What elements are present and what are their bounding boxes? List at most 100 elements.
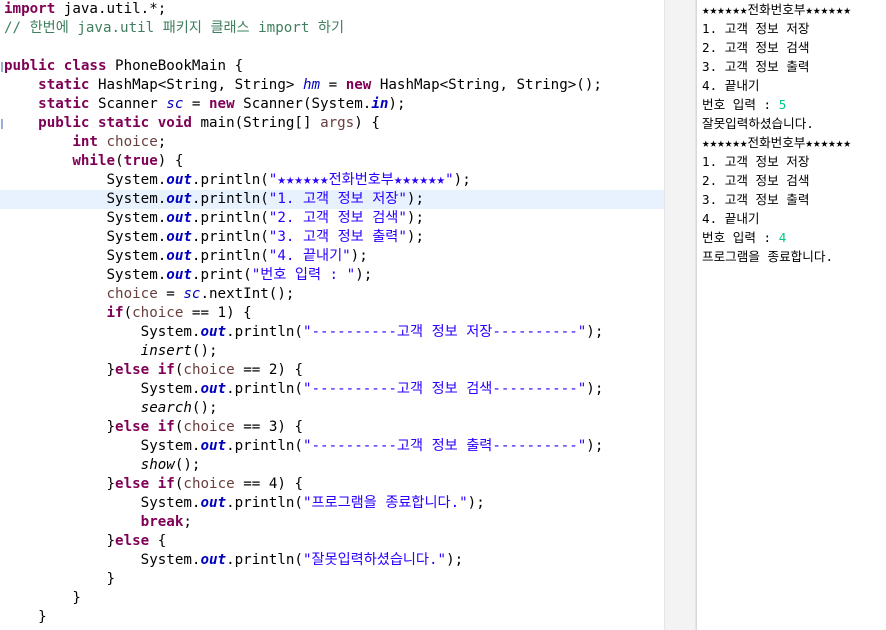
code-token: == 4) { — [234, 476, 303, 492]
code-token: HashMap<String, String> — [89, 77, 303, 93]
code-token: else — [115, 533, 150, 549]
code-token: search — [140, 400, 192, 416]
code-line[interactable]: static Scanner sc = new Scanner(System.i… — [0, 95, 664, 114]
console-text: 3. 고객 정보 출력 — [702, 192, 810, 207]
code-token: "프로그램을 종료합니다." — [302, 495, 468, 511]
code-token: ); — [355, 267, 373, 283]
code-token: sc — [183, 286, 201, 302]
code-token: .println( — [226, 438, 303, 454]
console-line: 번호 입력 : 4 — [702, 228, 786, 247]
code-token: .println( — [191, 229, 269, 245]
console-line: ★★★★★★전화번호부★★★★★★ — [702, 0, 851, 19]
code-line[interactable]: }else { — [0, 532, 664, 551]
code-token: void — [157, 115, 192, 131]
code-token: System. — [140, 324, 201, 340]
code-token: "1. 고객 정보 저장" — [268, 191, 407, 207]
code-line[interactable]: } — [0, 608, 664, 627]
code-token: } — [72, 590, 81, 606]
console-output[interactable]: ★★★★★★전화번호부★★★★★★ 1. 고객 정보 저장 2. 고객 정보 검색 3… — [700, 0, 886, 630]
code-token: choice — [132, 305, 184, 321]
code-token: = — [320, 77, 346, 93]
code-token: ); — [467, 495, 485, 511]
code-token: (); — [191, 343, 218, 359]
console-user-input: 4 — [778, 230, 787, 245]
code-line[interactable]: System.out.println("----------고객 정보 출력--… — [0, 437, 664, 456]
code-token: out — [166, 191, 192, 207]
code-token: // 한번에 java.util 패키지 클래스 import 하기 — [4, 20, 345, 36]
code-token: "----------고객 정보 검색----------" — [302, 381, 587, 397]
code-line[interactable]: System.out.println("----------고객 정보 저장--… — [0, 323, 664, 342]
code-line[interactable]: break; — [0, 513, 664, 532]
code-line[interactable]: public static void main(String[] args) { — [0, 114, 664, 133]
code-line[interactable]: show(); — [0, 456, 664, 475]
code-line[interactable]: System.out.println("잘못입력하셨습니다."); — [0, 551, 664, 570]
console-line: 4. 끝내기 — [702, 209, 760, 228]
code-line[interactable]: System.out.println("3. 고객 정보 출력"); — [0, 228, 664, 247]
console-text: 번호 입력 : — [702, 97, 779, 112]
code-token: ); — [586, 324, 604, 340]
code-line[interactable]: while(true) { — [0, 152, 664, 171]
code-token: break — [140, 514, 184, 530]
code-token: System. — [106, 229, 167, 245]
code-line[interactable]: // 한번에 java.util 패키지 클래스 import 하기 — [0, 19, 664, 38]
code-token: .print( — [191, 267, 252, 283]
code-token: .println( — [226, 495, 303, 511]
code-token: .println( — [226, 324, 303, 340]
code-line[interactable]: import java.util.*; — [0, 0, 664, 19]
code-line[interactable]: System.out.println("2. 고객 정보 검색"); — [0, 209, 664, 228]
code-line[interactable]: if(choice == 1) { — [0, 304, 664, 323]
code-line[interactable]: } — [0, 589, 664, 608]
code-line[interactable]: System.out.println("1. 고객 정보 저장"); — [0, 190, 664, 209]
code-token: public — [4, 58, 56, 74]
code-line[interactable]: }else if(choice == 3) { — [0, 418, 664, 437]
code-token: import — [4, 1, 56, 17]
code-token: else — [115, 419, 150, 435]
fold-marker[interactable] — [1, 62, 3, 72]
code-line[interactable]: System.out.println("★★★★★★전화번호부★★★★★★"); — [0, 171, 664, 190]
code-token: } — [106, 571, 116, 587]
code-line[interactable]: } — [0, 570, 664, 589]
code-token: .nextInt(); — [200, 286, 295, 302]
code-token: out — [200, 495, 227, 511]
code-line[interactable]: int choice; — [0, 133, 664, 152]
code-token: out — [200, 438, 227, 454]
code-token: .println( — [226, 552, 303, 568]
code-line[interactable]: }else if(choice == 4) { — [0, 475, 664, 494]
console-text: 4. 끝내기 — [702, 211, 760, 226]
code-token: "----------고객 정보 저장----------" — [302, 324, 587, 340]
code-line[interactable]: static HashMap<String, String> hm = new … — [0, 76, 664, 95]
fold-marker[interactable] — [1, 119, 3, 129]
code-line[interactable]: System.out.println("4. 끝내기"); — [0, 247, 664, 266]
code-line[interactable]: public class PhoneBookMain { — [0, 57, 664, 76]
code-line[interactable]: }else if(choice == 2) { — [0, 361, 664, 380]
console-line: 1. 고객 정보 저장 — [702, 19, 809, 38]
code-token: if — [157, 476, 175, 492]
code-line[interactable]: insert(); — [0, 342, 664, 361]
code-token: (); — [174, 457, 201, 473]
code-token: out — [200, 552, 227, 568]
code-line[interactable]: System.out.print("번호 입력 : "); — [0, 266, 664, 285]
code-token: ) { — [157, 153, 184, 169]
code-line[interactable]: search(); — [0, 399, 664, 418]
code-line[interactable]: System.out.println("프로그램을 종료합니다."); — [0, 494, 664, 513]
code-line[interactable]: choice = sc.nextInt(); — [0, 285, 664, 304]
console-line: 번호 입력 : 5 — [702, 95, 786, 114]
editor-overview-ruler[interactable] — [664, 0, 696, 630]
code-line[interactable]: System.out.println("----------고객 정보 검색--… — [0, 380, 664, 399]
code-token: System. — [106, 172, 167, 188]
code-line[interactable] — [0, 38, 664, 57]
code-editor[interactable]: import java.util.*;// 한번에 java.util 패키지 … — [0, 0, 664, 630]
code-token: ); — [406, 191, 424, 207]
code-token: } — [38, 609, 47, 625]
code-token: == 2) { — [234, 362, 303, 378]
code-token: ); — [406, 210, 424, 226]
code-token: Scanner — [89, 96, 167, 112]
